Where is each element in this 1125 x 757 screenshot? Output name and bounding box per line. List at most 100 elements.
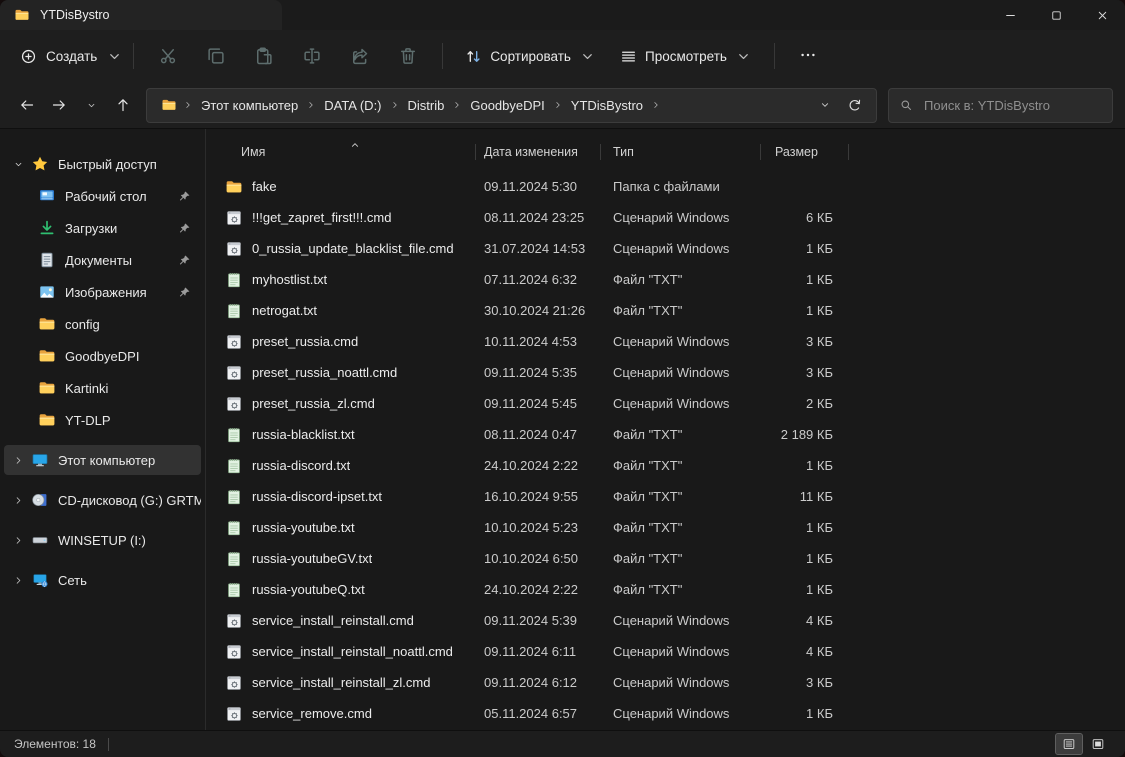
file-row[interactable]: service_remove.cmd 05.11.2024 6:57 Сцена… [221, 698, 1125, 729]
cmd-file-icon [225, 240, 243, 258]
file-date: 05.11.2024 6:57 [476, 706, 601, 721]
minimize-button[interactable] [987, 0, 1033, 30]
file-type: Файл "TXT" [601, 551, 761, 566]
column-header-date[interactable]: Дата изменения [476, 137, 601, 167]
thumbnails-view-button[interactable] [1085, 734, 1111, 754]
chevron-right-icon[interactable] [10, 572, 26, 588]
sidebar-item-8[interactable]: YT-DLP [4, 405, 201, 435]
sidebar-item-10[interactable]: CD-дисковод (G:) GRTMPVC [4, 485, 201, 515]
file-size: 3 КБ [761, 675, 849, 690]
file-name: preset_russia_zl.cmd [252, 396, 375, 411]
file-date: 08.11.2024 23:25 [476, 210, 601, 225]
search-box[interactable] [888, 88, 1113, 123]
forward-button[interactable] [44, 90, 74, 120]
file-row[interactable]: myhostlist.txt 07.11.2024 6:32 Файл "TXT… [221, 264, 1125, 295]
file-row[interactable]: service_install_reinstall_noattl.cmd 09.… [221, 636, 1125, 667]
file-size: 1 КБ [761, 303, 849, 318]
chevron-right-icon [390, 100, 400, 110]
column-header-size[interactable]: Размер [761, 137, 849, 167]
copy-button[interactable] [206, 46, 226, 66]
refresh-button[interactable] [847, 98, 862, 113]
sidebar-item-3[interactable]: Документы [4, 245, 201, 275]
file-row[interactable]: 0_russia_update_blacklist_file.cmd 31.07… [221, 233, 1125, 264]
sidebar-item-4[interactable]: Изображения [4, 277, 201, 307]
minimize-icon [1004, 9, 1017, 22]
file-name: russia-discord-ipset.txt [252, 489, 382, 504]
status-separator [108, 738, 109, 751]
details-view-button[interactable] [1056, 734, 1082, 754]
txt-file-icon [225, 581, 243, 599]
breadcrumb-segment[interactable]: DATA (D:) [318, 95, 387, 116]
breadcrumb-segment[interactable]: YTDisBystro [565, 95, 649, 116]
column-header-name[interactable]: Имя [221, 137, 476, 167]
file-date: 31.07.2024 14:53 [476, 241, 601, 256]
file-row[interactable]: !!!get_zapret_first!!!.cmd 08.11.2024 23… [221, 202, 1125, 233]
explorer-tab[interactable]: YTDisBystro [0, 0, 282, 30]
file-name: russia-youtubeQ.txt [252, 582, 365, 597]
share-button[interactable] [350, 46, 370, 66]
recent-locations-button[interactable] [76, 90, 106, 120]
cd-drive-icon [31, 491, 49, 509]
new-button[interactable]: Создать [20, 48, 123, 65]
sidebar-item-12[interactable]: Сеть [4, 565, 201, 595]
maximize-button[interactable] [1033, 0, 1079, 30]
view-lines-icon [620, 48, 637, 65]
file-row[interactable]: netrogat.txt 30.10.2024 21:26 Файл "TXT"… [221, 295, 1125, 326]
file-date: 30.10.2024 21:26 [476, 303, 601, 318]
chevron-right-icon[interactable] [10, 532, 26, 548]
more-options-button[interactable] [797, 45, 819, 67]
file-row[interactable]: russia-discord-ipset.txt 16.10.2024 9:55… [221, 481, 1125, 512]
pin-icon [178, 190, 191, 203]
address-dropdown-button[interactable] [819, 99, 831, 111]
chevron-down-icon [735, 48, 752, 65]
file-row[interactable]: service_install_reinstall_zl.cmd 09.11.2… [221, 667, 1125, 698]
sidebar-item-2[interactable]: Загрузки [4, 213, 201, 243]
file-row[interactable]: russia-youtubeGV.txt 10.10.2024 6:50 Фай… [221, 543, 1125, 574]
file-row[interactable]: russia-blacklist.txt 08.11.2024 0:47 Фай… [221, 419, 1125, 450]
sidebar-item-7[interactable]: Kartinki [4, 373, 201, 403]
paste-button[interactable] [254, 46, 274, 66]
file-row[interactable]: preset_russia.cmd 10.11.2024 4:53 Сценар… [221, 326, 1125, 357]
search-input[interactable] [922, 97, 1102, 114]
file-row[interactable]: preset_russia_zl.cmd 09.11.2024 5:45 Сце… [221, 388, 1125, 419]
sidebar-item-1[interactable]: Рабочий стол [4, 181, 201, 211]
chevron-right-icon[interactable] [10, 452, 26, 468]
delete-button[interactable] [398, 46, 418, 66]
toolbar-separator [133, 43, 134, 69]
breadcrumb-segment[interactable]: Этот компьютер [195, 95, 304, 116]
chevron-right-icon [306, 100, 316, 110]
command-bar: Создать Сортировать Просмотреть [0, 30, 1125, 82]
file-type: Сценарий Windows [601, 644, 761, 659]
breadcrumb-segment[interactable]: GoodbyeDPI [464, 95, 550, 116]
chevron-right-icon[interactable] [10, 492, 26, 508]
sidebar-item-9[interactable]: Этот компьютер [4, 445, 201, 475]
file-row[interactable]: russia-youtube.txt 10.10.2024 5:23 Файл … [221, 512, 1125, 543]
sidebar-item-5[interactable]: config [4, 309, 201, 339]
chevron-down-icon [579, 48, 596, 65]
cmd-file-icon [225, 643, 243, 661]
view-button[interactable]: Просмотреть [620, 48, 752, 65]
file-name: myhostlist.txt [252, 272, 327, 287]
file-row[interactable]: russia-youtubeQ.txt 24.10.2024 2:22 Файл… [221, 574, 1125, 605]
file-row[interactable]: russia-discord.txt 24.10.2024 2:22 Файл … [221, 450, 1125, 481]
file-size: 1 КБ [761, 458, 849, 473]
file-row[interactable]: preset_russia_noattl.cmd 09.11.2024 5:35… [221, 357, 1125, 388]
sidebar-item-0[interactable]: Быстрый доступ [4, 149, 201, 179]
rename-button[interactable] [302, 46, 322, 66]
pin-icon [178, 254, 191, 267]
sidebar-item-11[interactable]: WINSETUP (I:) [4, 525, 201, 555]
back-button[interactable] [12, 90, 42, 120]
column-header-type[interactable]: Тип [601, 137, 761, 167]
file-row[interactable]: service_install_reinstall.cmd 09.11.2024… [221, 605, 1125, 636]
file-name: service_install_reinstall_noattl.cmd [252, 644, 453, 659]
sort-button[interactable]: Сортировать [465, 48, 596, 65]
breadcrumb-segment[interactable]: Distrib [402, 95, 451, 116]
cut-button[interactable] [158, 46, 178, 66]
address-bar[interactable]: Этот компьютер DATA (D:) Distrib Goodbye… [146, 88, 877, 123]
file-explorer-window: YTDisBystro Создать Сортировать Просм [0, 0, 1125, 757]
sidebar-item-6[interactable]: GoodbyeDPI [4, 341, 201, 371]
file-row[interactable]: fake 09.11.2024 5:30 Папка с файлами [221, 171, 1125, 202]
chevron-down-icon[interactable] [10, 156, 26, 172]
close-button[interactable] [1079, 0, 1125, 30]
up-button[interactable] [108, 90, 138, 120]
